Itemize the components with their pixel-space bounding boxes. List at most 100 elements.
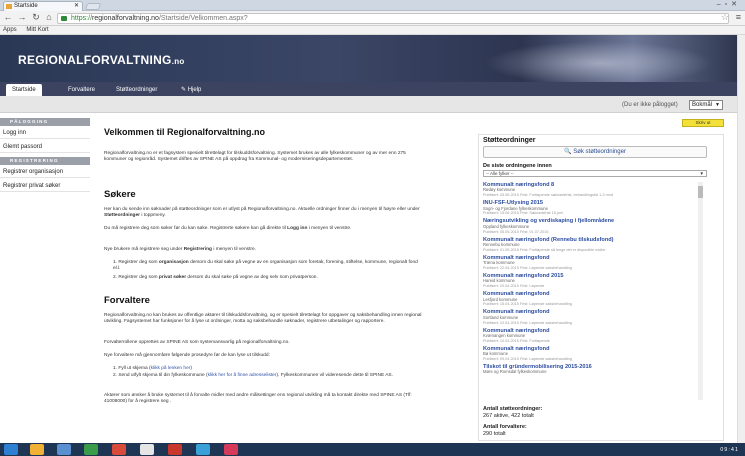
list-item: 1. Fyll ut skjema (klikk på lenken her): [113, 366, 192, 371]
panel-title: Støtteordninger: [483, 137, 536, 144]
language-select[interactable]: Bokmål ▼: [689, 100, 723, 110]
taskbar-clock: 09:41: [720, 447, 739, 453]
forvaltere-paragraph-3: Nye forvaltere må gjennomføre følgende p…: [104, 353, 270, 358]
back-icon[interactable]: ←: [3, 12, 13, 22]
forvaltere-paragraph-4: Aktører som ønsker å bruke systemet til …: [104, 393, 412, 405]
bookmark-star-icon[interactable]: ☆: [721, 12, 729, 23]
app-icon[interactable]: [112, 444, 126, 455]
order-meta: Publisert: 15.04.2015 Frist: Løpende sak…: [483, 302, 572, 307]
url-protocol: https://: [71, 15, 93, 22]
browser-tab[interactable]: Startside ✕: [3, 1, 83, 11]
print-button[interactable]: Skriv ut: [682, 119, 724, 127]
list-item: 2. Send utfylt skjema til din fylkeskomm…: [113, 373, 393, 378]
url-path: /Startside/Velkommen.aspx?: [158, 15, 248, 22]
app-icon[interactable]: [57, 444, 71, 455]
tab-title: Startside: [14, 3, 38, 9]
order-meta: Publisert: 25.06.2015 Frist: Fortløpende…: [483, 193, 614, 198]
url-host: regionalforvaltning.no: [92, 15, 159, 22]
heading-forvaltere: Forvaltere: [104, 295, 150, 306]
list-item[interactable]: Kommunalt næringsfond Bø kommune Publisert…: [483, 346, 701, 362]
list-item[interactable]: Kommunalt næringsfond (Rennebu tilskudsf…: [483, 237, 701, 253]
edit-icon: ✎: [181, 87, 188, 93]
form-link[interactable]: klikk på lenken her: [151, 366, 191, 371]
order-meta: Publisert: 20.04.2015 Frist: Løpende: [483, 284, 545, 289]
browser-menu-icon[interactable]: ≡: [736, 12, 741, 22]
address-bar[interactable]: https://regionalforvaltning.no/Startside…: [57, 13, 729, 24]
list-item[interactable]: Kommunalt næringsfond Træna kommune Publis…: [483, 255, 701, 271]
new-tab-button[interactable]: [84, 3, 102, 10]
chrome-icon[interactable]: [140, 444, 154, 455]
list-item[interactable]: Kommunalt næringsfond Kvænangen kommune Pu…: [483, 328, 701, 344]
sokere-paragraph-1: Her kan du sende inn søknader på støtteo…: [104, 207, 420, 219]
browser-titlebar: [0, 0, 745, 11]
page-scrollbar[interactable]: [737, 35, 745, 443]
sidebar-item-logg-inn[interactable]: Logg inn: [0, 127, 90, 139]
orders-scrollbar[interactable]: [698, 182, 703, 400]
favicon-icon: [6, 4, 12, 9]
window-controls[interactable]: –▫✕: [717, 0, 741, 8]
app-icon[interactable]: [196, 444, 210, 455]
orders-list: Kommunalt næringsfond 8 Rødøy kommune Publ…: [483, 182, 701, 392]
stat-managers-label: Antall forvaltere:: [483, 424, 527, 430]
stat-orders: Antall støtteordninger: 267 aktive, 422 t…: [483, 406, 542, 420]
order-meta: Publisert: 09.04.2015 Frist: Løpende sak…: [483, 357, 572, 362]
heading-sokere: Søkere: [104, 189, 136, 200]
lock-icon: [61, 16, 67, 21]
page-title: Velkommen til Regionalforvaltning.no: [104, 127, 266, 137]
address-list-link[interactable]: klikk her for å finne adresselister: [208, 373, 277, 378]
order-meta: Publisert: 15.06.2015 Frist: Søknadsfris…: [483, 211, 563, 216]
login-status: (Du er ikke pålogget): [622, 102, 678, 108]
sidebar-header-login: PÅLOGGING: [0, 118, 90, 126]
chevron-down-icon: ▼: [699, 171, 704, 176]
sidebar-item-glemt-passord[interactable]: Glemt passord: [0, 141, 90, 153]
logo-suffix: .no: [171, 57, 185, 66]
app-icon[interactable]: [168, 444, 182, 455]
filter-value: -- Alle fylker --: [486, 171, 514, 176]
order-meta: Publisert: 05.05.2015 Frist: 01.07.2015: [483, 229, 549, 234]
stat-managers-value: 290 totalt: [483, 431, 506, 437]
explorer-icon[interactable]: [30, 444, 44, 455]
language-value: Bokmål: [692, 102, 713, 108]
list-item[interactable]: Kommunalt næringsfond Sortland kommune Pub…: [483, 309, 701, 325]
bookmark-apps[interactable]: Apps: [3, 27, 17, 33]
forvaltere-paragraph-2: Forvalterrollene opprettes av SPINE AS s…: [104, 340, 290, 345]
start-icon[interactable]: [4, 444, 18, 455]
site-logo[interactable]: REGIONALFORVALTNING.no: [18, 53, 185, 67]
stotteordninger-ref: Støtteordninger: [104, 213, 140, 219]
list-item[interactable]: INU-FSF-Utlysing 2015 Sogn- og Fjordane f…: [483, 200, 701, 216]
nav-tab-startside[interactable]: Startside: [6, 84, 42, 96]
bookmark-mitt-kort[interactable]: Mitt Kort: [26, 27, 48, 33]
list-item[interactable]: Næringsutvikling og verdiskaping i fjell…: [483, 218, 701, 234]
home-icon[interactable]: ⌂: [44, 12, 54, 22]
app-icon[interactable]: [84, 444, 98, 455]
sidebar-item-registrer-organisasjon[interactable]: Registrer organisasjon: [0, 166, 90, 178]
nav-tab-hjelp-label: Hjelp: [187, 87, 202, 93]
registrering-ref: Registrering: [183, 247, 212, 252]
nav-tab-hjelp[interactable]: ✎ Hjelp: [175, 84, 207, 96]
logg-inn-ref: Logg inn: [287, 226, 308, 231]
search-stotteordninger-button[interactable]: 🔍 Søk støtteordninger: [483, 146, 707, 158]
latest-orders-title: De siste ordningene innen: [483, 163, 552, 169]
list-item[interactable]: Kommunalt næringsfond 2015 Hareid kommune…: [483, 273, 701, 289]
order-meta: Publisert: 10.04.2015 Frist: Løpende sak…: [483, 320, 572, 325]
bookmarks-bar: Apps Mitt Kort: [0, 26, 745, 35]
list-item[interactable]: Tilskot til gründermobilisering 2015-201…: [483, 364, 701, 375]
list-item[interactable]: Kommunalt næringsfond Lesfjord kommune Pub…: [483, 291, 701, 307]
sidebar-item-registrer-privat[interactable]: Registrer privat søker: [0, 180, 90, 192]
search-icon: 🔍: [564, 149, 574, 155]
app-icon[interactable]: [224, 444, 238, 455]
order-owner: Møre og Romsdal fylkeskommune: [483, 369, 547, 375]
nav-tab-forvaltere[interactable]: Forvaltere: [62, 84, 101, 96]
sokere-paragraph-2: Du må registrere deg som søker før du ka…: [104, 226, 352, 231]
forward-icon[interactable]: →: [17, 12, 27, 22]
reload-icon[interactable]: ↻: [31, 12, 41, 23]
county-filter-select[interactable]: -- Alle fylker -- ▼: [483, 170, 707, 177]
close-tab-icon[interactable]: ✕: [74, 2, 79, 11]
orders-scrollbar-thumb[interactable]: [698, 186, 703, 198]
order-meta: Publisert: 01.05.2015 Frist: Fortløpende…: [483, 247, 606, 252]
banner-graphic: [480, 35, 745, 82]
stat-orders-value: 267 aktive, 422 totalt: [483, 413, 534, 419]
nav-tab-stotteordninger[interactable]: Støtteordninger: [110, 84, 163, 96]
intro-text: Regionalforvaltning.no er et fagsystem s…: [104, 151, 406, 163]
list-item[interactable]: Kommunalt næringsfond 8 Rødøy kommune Publ…: [483, 182, 701, 198]
